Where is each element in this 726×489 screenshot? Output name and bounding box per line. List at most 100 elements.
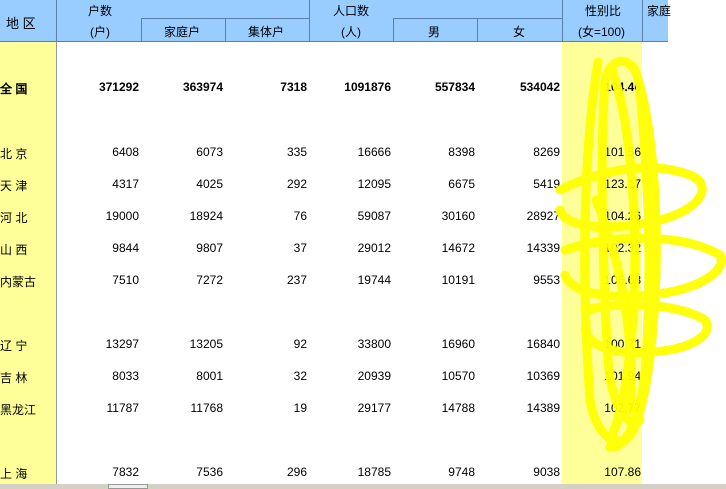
cell-households[interactable]: 4317 [112,177,139,191]
cell-male[interactable]: 10570 [442,369,475,383]
cell-households[interactable]: 13297 [106,337,139,351]
cell-population[interactable]: 12095 [358,177,391,191]
header-family-cut: 家庭 [647,4,672,18]
row-region-name[interactable]: 北 京 [0,145,27,162]
grid-line [56,41,57,489]
row-region-name[interactable]: 黑龙江 [0,401,36,418]
cell-households[interactable]: 371292 [99,80,139,94]
cell-population[interactable]: 18785 [358,465,391,479]
cell-ratio[interactable]: 106.68 [604,273,641,287]
cell-male[interactable]: 6675 [448,177,475,191]
cell-family[interactable]: 8001 [196,369,223,383]
cell-ratio[interactable]: 104.46 [604,80,641,94]
region-column-bg [0,41,56,489]
cell-female[interactable]: 16840 [527,337,560,351]
cell-households[interactable]: 9844 [112,241,139,255]
row-region-name[interactable]: 全 国 [0,80,27,97]
cell-female[interactable]: 5419 [533,177,560,191]
cell-ratio[interactable]: 102.32 [604,241,641,255]
cell-population[interactable]: 33800 [358,337,391,351]
cell-female[interactable]: 14389 [527,401,560,415]
cell-collective[interactable]: 296 [287,465,307,479]
cell-population[interactable]: 19744 [358,273,391,287]
cell-family[interactable]: 9807 [196,241,223,255]
cell-female[interactable]: 14339 [527,241,560,255]
cell-population[interactable]: 29177 [358,401,391,415]
cell-female[interactable]: 28927 [527,209,560,223]
cell-male[interactable]: 8398 [448,145,475,159]
cell-male[interactable]: 9748 [448,465,475,479]
grid-line [56,0,57,41]
cell-female[interactable]: 10369 [527,369,560,383]
cell-male[interactable]: 30160 [442,209,475,223]
grid-line [309,0,310,41]
cell-female[interactable]: 9553 [533,273,560,287]
cell-male[interactable]: 14788 [442,401,475,415]
cell-male[interactable]: 10191 [442,273,475,287]
cell-male[interactable]: 16960 [442,337,475,351]
row-region-name[interactable]: 吉 林 [0,369,27,386]
header-population-unit: (人) [341,25,361,39]
cell-collective[interactable]: 76 [294,209,307,223]
cell-ratio[interactable]: 100.71 [604,337,641,351]
header-collective-households: 集体户 [248,25,285,39]
cell-population[interactable]: 29012 [358,241,391,255]
cell-female[interactable]: 9038 [533,465,560,479]
cell-collective[interactable]: 335 [287,145,307,159]
grid-line [642,0,643,41]
cell-households[interactable]: 6408 [112,145,139,159]
row-region-name[interactable]: 上 海 [0,465,27,482]
cell-male[interactable]: 14672 [442,241,475,255]
cell-collective[interactable]: 7318 [280,80,307,94]
header-sex-ratio-unit: (女=100) [578,25,626,39]
cell-ratio[interactable]: 107.86 [604,465,641,479]
cell-ratio[interactable]: 101.94 [604,369,641,383]
cell-ratio[interactable]: 102.77 [604,401,641,415]
row-region-name[interactable]: 天 津 [0,177,27,194]
cell-population[interactable]: 1091876 [344,80,391,94]
cell-family[interactable]: 7272 [196,273,223,287]
cell-family[interactable]: 18924 [190,209,223,223]
cell-ratio[interactable]: 104.26 [604,209,641,223]
grid-line [0,41,668,42]
grid-line [477,18,478,41]
cell-households[interactable]: 8033 [112,369,139,383]
cell-collective[interactable]: 19 [294,401,307,415]
cell-population[interactable]: 16666 [358,145,391,159]
cell-collective[interactable]: 92 [294,337,307,351]
cell-family[interactable]: 4025 [196,177,223,191]
header-region: 地 区 [6,16,36,31]
cell-family[interactable]: 6073 [196,145,223,159]
cell-family[interactable]: 363974 [183,80,223,94]
header-female: 女 [513,25,526,39]
spreadsheet: 地 区 户数 (户) 家庭户 集体户 人口数 (人) 男 女 性别比 (女=10… [0,0,672,489]
row-region-name[interactable]: 内蒙古 [0,273,36,290]
cell-collective[interactable]: 37 [294,241,307,255]
row-region-name[interactable]: 河 北 [0,209,27,226]
cell-households[interactable]: 11787 [107,401,139,415]
cell-collective[interactable]: 32 [294,369,307,383]
cell-households[interactable]: 7510 [112,273,139,287]
grid-line [225,18,226,41]
grid-line [393,18,562,19]
cell-family[interactable]: 11768 [191,401,223,415]
cell-population[interactable]: 59087 [358,209,391,223]
cell-family[interactable]: 7536 [196,465,223,479]
cell-female[interactable]: 534042 [520,80,560,94]
header-households: 户数 [88,4,113,18]
row-region-name[interactable]: 辽 宁 [0,337,27,354]
cell-collective[interactable]: 237 [287,273,307,287]
cell-households[interactable]: 7832 [112,465,139,479]
sex-ratio-column-bg [562,41,642,489]
cell-ratio[interactable]: 101.56 [604,145,641,159]
cell-households[interactable]: 19000 [106,209,139,223]
grid-line [141,18,309,19]
cell-family[interactable]: 13205 [190,337,223,351]
sheet-tab[interactable] [108,484,148,489]
cell-collective[interactable]: 292 [287,177,307,191]
cell-female[interactable]: 8269 [533,145,560,159]
cell-population[interactable]: 20939 [358,369,391,383]
cell-male[interactable]: 557834 [435,80,475,94]
row-region-name[interactable]: 山 西 [0,241,27,258]
cell-ratio[interactable]: 123.17 [604,177,641,191]
